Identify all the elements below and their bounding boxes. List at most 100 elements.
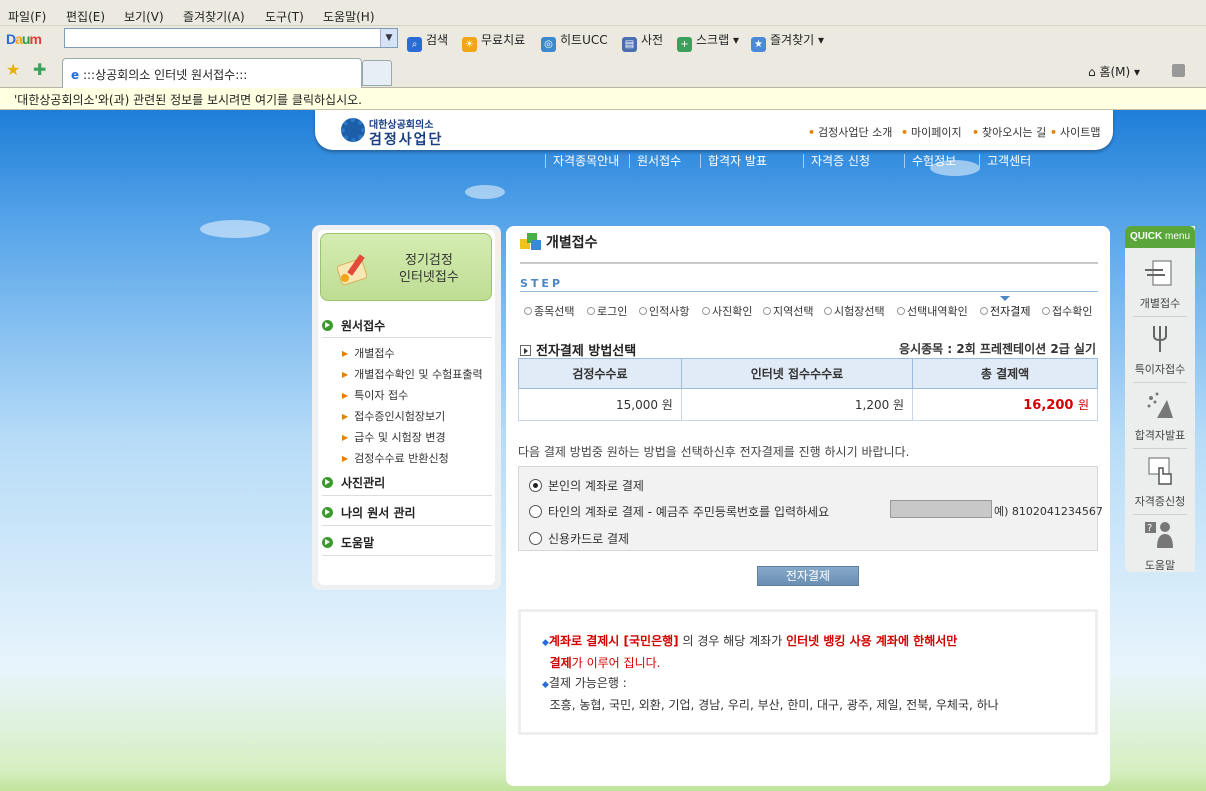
left-sub-receipt[interactable]: ▶ 접수증인시험장보기 (342, 408, 445, 424)
info-bar[interactable]: '대한상공회의소'와(과) 관련된 정보를 보시려면 여기를 클릭하십시오. (0, 88, 1206, 110)
arrow-circle-icon (322, 507, 333, 518)
step-item: 선택내역확인 (897, 303, 968, 319)
search-button[interactable]: ⌕ 검색 (407, 31, 448, 52)
gnb-item-results[interactable]: 합격자 발표 (708, 152, 767, 169)
left-sub-individual[interactable]: ▶ 개별접수 (342, 345, 395, 361)
fee-table: 검정수수료 인터넷 접수수수료 총 결제액 15,000 원 1,200 원 1… (518, 358, 1098, 421)
menu-favorites[interactable]: 즐겨찾기(A) (183, 8, 245, 25)
celebration-icon (1147, 392, 1173, 418)
quick-item-help[interactable]: ? 도움말 (1125, 520, 1195, 573)
feed-icon[interactable] (1172, 64, 1185, 77)
quick-item-individual[interactable]: 개별접수 (1125, 258, 1195, 311)
dropdown-arrow-icon[interactable]: ▼ (380, 29, 397, 47)
gnb-item-qualifications[interactable]: 자격종목안내 (553, 152, 619, 169)
new-tab-button[interactable] (362, 60, 392, 86)
ie-icon: e (71, 68, 80, 82)
left-sub-refund[interactable]: ▶ 검정수수료 반환신청 (342, 450, 449, 466)
menu-view[interactable]: 보기(V) (124, 8, 164, 25)
arrow-circle-icon (322, 537, 333, 548)
svg-text:?: ? (1147, 523, 1152, 534)
search-label: 검색 (426, 33, 449, 47)
toolbar-link-free[interactable]: ☀ 무료치료 (462, 31, 525, 52)
menu-edit[interactable]: 편집(E) (66, 8, 105, 25)
radio-selected[interactable] (529, 479, 542, 492)
home-button[interactable]: ⌂ 홈(M) ▾ (1088, 63, 1140, 80)
gnb-divider (904, 154, 905, 168)
banner-line-2: 인터넷접수 (399, 270, 459, 285)
banner-line-1: 정기검정 (404, 253, 453, 268)
util-link-mypage[interactable]: • 마이페이지 (901, 124, 962, 140)
menu-file[interactable]: 파일(F) (8, 8, 46, 25)
fee-value-row: 15,000 원 1,200 원 16,200 원 (518, 388, 1098, 421)
payment-options: 본인의 계좌로 결제 타인의 계좌로 결제 - 예금주 주민등록번호를 입력하세… (518, 466, 1103, 551)
fork-icon (1153, 326, 1167, 352)
gnb-divider (545, 154, 546, 168)
gnb-divider (629, 154, 630, 168)
payment-option-other-account[interactable]: 타인의 계좌로 결제 - 예금주 주민등록번호를 입력하세요 (529, 503, 829, 520)
resident-number-input[interactable] (890, 500, 992, 518)
left-menu-my-application[interactable]: 나의 원서 관리 (322, 504, 416, 521)
globe-icon: ◎ (541, 37, 556, 52)
divider (322, 555, 492, 556)
util-link-about[interactable]: • 검정사업단 소개 (808, 124, 892, 140)
quick-item-special[interactable]: 특이자접수 (1125, 324, 1195, 377)
exam-info: 응시종목 : 2회 프레젠테이션 2급 실기 (899, 342, 1096, 356)
step-item: 시험장선택 (824, 303, 885, 319)
main-content: 개별접수 STEP 종목선택 로그인 인적사항 사진확인 지역선택 시험장선택 … (506, 226, 1110, 786)
help-person-icon: ? (1145, 522, 1173, 548)
quick-item-results[interactable]: 합격자발표 (1125, 390, 1195, 443)
left-sub-confirm-print[interactable]: ▶ 개별접수확인 및 수험표출력 (342, 366, 483, 382)
step-item: 인적사항 (639, 303, 689, 319)
toolbar-link-ucc[interactable]: ◎ 히트UCC (541, 31, 608, 52)
fee-internet-value: 1,200 원 (680, 388, 914, 421)
site-logo[interactable]: 대한상공회의소 검정사업단 (341, 116, 461, 148)
left-navigation: 정기검정인터넷접수 원서접수 ▶ 개별접수 ▶ 개별접수확인 및 수험표출력 ▶ 특이… (312, 225, 501, 590)
toolbar-link-label: 무료치료 (481, 33, 526, 47)
step-item: 지역선택 (763, 303, 813, 319)
gnb-item-support[interactable]: 고객센터 (987, 152, 1031, 169)
search-icon: ⌕ (407, 37, 422, 52)
payment-option-credit-card[interactable]: 신용카드로 결제 (529, 530, 629, 547)
notice-line-1: ◆계좌로 결제시 [국민은행] 의 경우 해당 계좌가 인터넷 뱅킹 사용 계좌… (542, 634, 958, 648)
toolbar-link-favorites[interactable]: ★ 즐겨찾기 ▾ (751, 31, 824, 52)
payment-option-own-account[interactable]: 본인의 계좌로 결제 (529, 477, 644, 494)
step-item: 사진확인 (702, 303, 752, 319)
gnb-item-certificate[interactable]: 자격증 신청 (811, 152, 870, 169)
util-link-sitemap[interactable]: • 사이트맵 (1050, 124, 1101, 140)
toolbar-link-dictionary[interactable]: ▤ 사전 (622, 31, 663, 52)
step-item: 종목선택 (524, 303, 574, 319)
menu-help[interactable]: 도움말(H) (323, 8, 375, 25)
fee-exam-value: 15,000 원 (518, 388, 682, 421)
radio[interactable] (529, 505, 542, 518)
divider (1133, 514, 1187, 515)
gnb-item-application[interactable]: 원서접수 (637, 152, 681, 169)
menu-tools[interactable]: 도구(T) (265, 8, 304, 25)
left-menu-application[interactable]: 원서접수 (322, 317, 385, 334)
left-sub-change[interactable]: ▶ 급수 및 시험장 변경 (342, 429, 446, 445)
quick-menu-header: QUICK menu (1125, 226, 1195, 248)
radio[interactable] (529, 532, 542, 545)
electronic-payment-button[interactable]: 전자결제 (757, 566, 859, 586)
add-favorite-icon[interactable]: ✚ (33, 60, 46, 79)
hand-pointer-icon (1148, 457, 1172, 485)
regular-exam-banner[interactable]: 정기검정인터넷접수 (320, 233, 492, 301)
util-link-directions[interactable]: • 찾아오시는 길 (972, 124, 1046, 140)
gnb-item-exam-info[interactable]: 수험정보 (912, 152, 956, 169)
favorites-star-icon[interactable]: ★ (6, 60, 20, 79)
gnb-divider (803, 154, 804, 168)
fee-total-value: 16,200 원 (912, 388, 1098, 421)
resident-number-example: 예) 8102041234567 (994, 505, 1103, 518)
browser-tab-active[interactable]: e :::상공회의소 인터넷 원서접수::: (62, 58, 362, 88)
star-icon: ★ (751, 37, 766, 52)
quick-item-certificate[interactable]: 자격증신청 (1125, 456, 1195, 509)
scrap-icon: + (677, 37, 692, 52)
payment-guide-text: 다음 결제 방법중 원하는 방법을 선택하신후 전자결제를 진행 하시기 바랍니… (518, 445, 910, 459)
gear-logo-icon (341, 118, 365, 142)
left-menu-help[interactable]: 도움말 (322, 534, 374, 551)
left-menu-photo[interactable]: 사진관리 (322, 474, 385, 491)
toolbar-link-scrap[interactable]: + 스크랩 ▾ (677, 31, 739, 52)
toolbar-search-input[interactable]: ▼ (64, 28, 398, 48)
browser-menubar: 파일(F) 편집(E) 보기(V) 즐겨찾기(A) 도구(T) 도움말(H) (0, 0, 1206, 26)
daum-logo[interactable]: Daum (6, 31, 42, 47)
left-sub-special[interactable]: ▶ 특이자 접수 (342, 387, 408, 403)
